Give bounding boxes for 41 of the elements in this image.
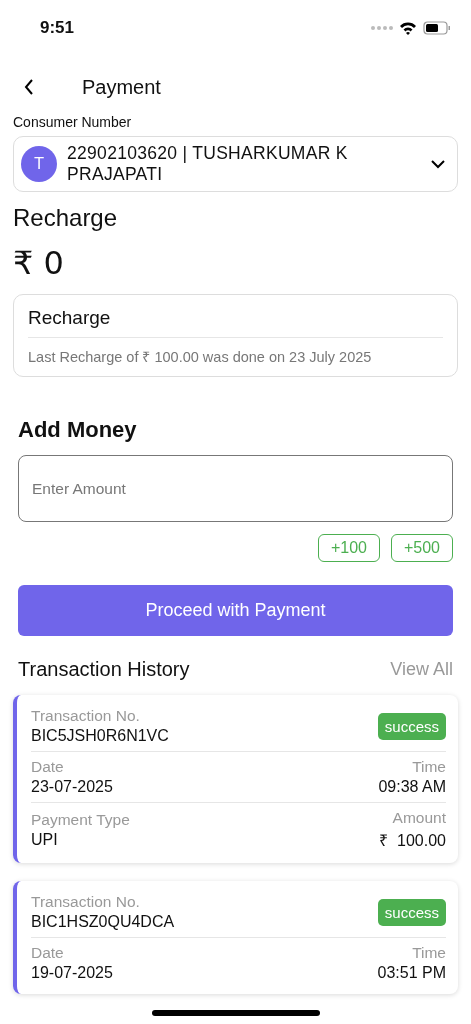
- field-label: Amount: [392, 809, 446, 827]
- card-title: Recharge: [28, 307, 443, 338]
- chevron-down-icon: [431, 159, 445, 169]
- status-badge: success: [377, 712, 446, 740]
- consumer-select[interactable]: T 22902103620 | TUSHARKUMAR K PRAJAPATI: [13, 136, 458, 192]
- field-label: Consumer Number: [13, 114, 133, 130]
- field-label: Date: [31, 944, 65, 962]
- field-label: Transaction No.: [31, 707, 141, 725]
- last-recharge-text: Last Recharge of ₹ 100.00 was done on 23 July 2025: [28, 348, 373, 366]
- transaction-card[interactable]: Transaction No. BIC5JSH0R6N1VC success Date 23-07-2025 Time 09:38 AM Payment Type UPI Amount ₹ 100.00: [13, 695, 458, 863]
- amount-field[interactable]: Enter Amount: [18, 455, 453, 522]
- field-label: Transaction No.: [31, 893, 141, 911]
- wifi-icon: [399, 21, 417, 35]
- balance-amount: ₹ 0: [13, 244, 65, 282]
- view-all-link[interactable]: View All: [390, 659, 453, 680]
- time-value: 09:38 AM: [378, 778, 446, 796]
- amount-value: ₹ 100.00: [379, 831, 446, 851]
- section-heading: Recharge: [13, 204, 119, 232]
- field-label: Payment Type: [31, 811, 130, 829]
- transaction-number: BIC1HSZ0QU4DCA: [31, 913, 175, 931]
- transaction-number: BIC5JSH0R6N1VC: [31, 727, 169, 745]
- status-badge: success: [377, 898, 446, 926]
- avatar: T: [21, 146, 57, 182]
- transaction-card[interactable]: Transaction No. BIC1HSZ0QU4DCA success Date 19-07-2025 Time 03:51 PM: [13, 881, 458, 994]
- date-value: 23-07-2025: [31, 778, 113, 796]
- field-label: Time: [412, 944, 446, 962]
- section-heading: Add Money: [18, 417, 138, 443]
- proceed-button[interactable]: Proceed with Payment: [18, 585, 453, 636]
- date-value: 19-07-2025: [31, 964, 113, 982]
- field-label: Time: [412, 758, 446, 776]
- quick-amount-button[interactable]: +500: [390, 534, 453, 562]
- page-title: Payment: [82, 75, 161, 99]
- field-label: Date: [31, 758, 65, 776]
- signal-icon: [371, 25, 393, 31]
- back-icon: [24, 79, 34, 95]
- payment-type-value: UPI: [31, 831, 59, 849]
- status-time: 9:51: [40, 18, 75, 38]
- quick-amount-button[interactable]: +100: [317, 534, 380, 562]
- time-value: 03:51 PM: [377, 964, 446, 982]
- section-heading: Transaction History: [18, 658, 190, 681]
- battery-icon: [423, 21, 451, 35]
